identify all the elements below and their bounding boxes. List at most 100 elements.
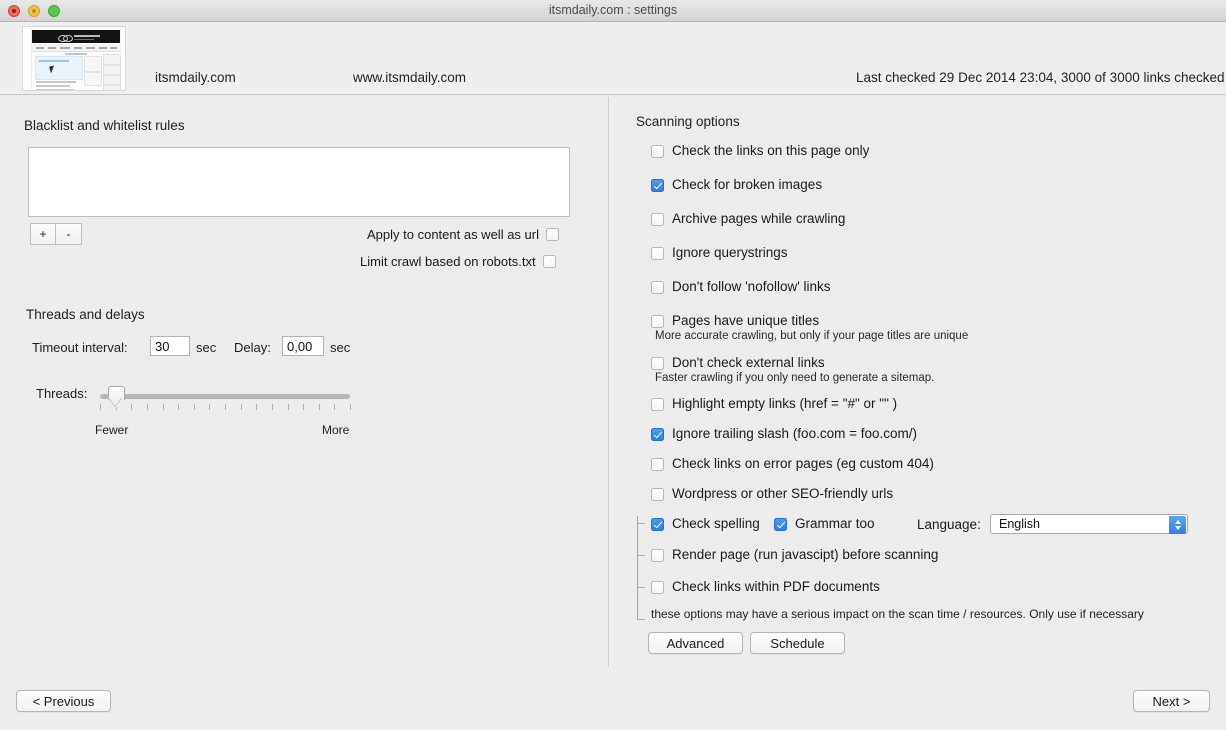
timeout-unit-label: sec [196,340,217,355]
threads-label: Threads: [36,386,88,401]
threads-max-caption: More [322,423,350,437]
scanning-option-label: Pages have unique titles [672,313,820,328]
scanning-option-row[interactable]: Wordpress or other SEO-friendly urls [651,486,893,501]
scanning-option-row[interactable]: Don't follow 'nofollow' links [651,279,831,294]
schedule-button[interactable]: Schedule [750,632,845,654]
scanning-option-checkbox[interactable] [651,145,664,158]
add-rule-button[interactable]: + [30,223,56,245]
thumbnail-logo-text [74,35,100,37]
scanning-option-label: Ignore querystrings [672,245,788,260]
thumbnail-hero-line [39,60,69,62]
scanning-option-label: Don't follow 'nofollow' links [672,279,831,294]
scanning-option-checkbox[interactable] [651,398,664,411]
language-label: Language: [917,517,981,532]
timeout-interval-input[interactable] [150,336,190,356]
scanning-option-checkbox[interactable] [651,247,664,260]
last-checked-status: Last checked 29 Dec 2014 23:04, 3000 of … [856,70,1225,85]
panel-divider [608,97,609,667]
check-spelling-row[interactable]: Check spelling [651,516,760,531]
scanning-option-label: Highlight empty links (href = "#" or "" … [672,396,898,411]
grammar-too-checkbox[interactable] [774,518,787,531]
threads-section-title: Threads and delays [26,307,145,322]
scanning-option-note: More accurate crawling, but only if your… [655,330,969,342]
limit-crawl-robots-label: Limit crawl based on robots.txt [360,254,536,269]
site-url: www.itsmdaily.com [353,70,467,85]
thumbnail-topbar [32,30,120,43]
scanning-option-checkbox[interactable] [651,179,664,192]
language-stepper-icon[interactable] [1169,516,1186,534]
thumbnail-hero [35,56,83,80]
chevron-down-icon [1174,526,1181,530]
scanning-option-row[interactable]: Archive pages while crawling [651,211,845,226]
check-pdf-links-label: Check links within PDF documents [672,579,880,594]
site-domain: itsmdaily.com [155,70,236,85]
limit-crawl-robots-row[interactable]: Limit crawl based on robots.txt [360,254,556,269]
scanning-option-row[interactable]: Ignore querystrings [651,245,788,260]
scanning-option-checkbox[interactable] [651,488,664,501]
site-thumbnail[interactable] [22,26,126,91]
scanning-option-checkbox[interactable] [651,428,664,441]
threads-min-caption: Fewer [95,423,129,437]
scanning-option-checkbox[interactable] [651,281,664,294]
render-page-label: Render page (run javascipt) before scann… [672,547,939,562]
previous-button[interactable]: < Previous [16,690,111,712]
check-pdf-links-row[interactable]: Check links within PDF documents [651,579,880,594]
scanning-option-label: Wordpress or other SEO-friendly urls [672,486,894,501]
render-page-row[interactable]: Render page (run javascipt) before scann… [651,547,938,562]
apply-to-content-label: Apply to content as well as url [367,227,539,242]
remove-rule-button[interactable]: - [56,223,82,245]
scanning-option-row[interactable]: Pages have unique titles [651,313,819,328]
language-select[interactable]: English [990,514,1188,534]
threads-slider-handle-point [108,397,122,406]
scanning-option-row[interactable]: Check for broken images [651,177,822,192]
delay-label: Delay: [234,340,271,355]
window-titlebar: itsmdaily.com : settings [0,0,1226,22]
apply-to-content-row[interactable]: Apply to content as well as url [367,227,559,242]
scanning-option-row[interactable]: Check the links on this page only [651,143,869,158]
advanced-button[interactable]: Advanced [648,632,743,654]
threads-slider-ticks [100,404,351,411]
grammar-too-label: Grammar too [795,516,875,531]
scanning-option-label: Check for broken images [672,177,823,192]
blacklist-add-remove-controls: + - [30,223,82,245]
delay-unit-label: sec [330,340,351,355]
scanning-option-row[interactable]: Ignore trailing slash (foo.com = foo.com… [651,426,917,441]
scanning-option-row[interactable]: Check links on error pages (eg custom 40… [651,456,934,471]
scanning-option-note: Faster crawling if you only need to gene… [655,372,935,384]
limit-crawl-robots-checkbox[interactable] [542,255,556,268]
thumbnail-page [31,28,121,90]
next-button[interactable]: Next > [1133,690,1210,712]
scanning-option-checkbox[interactable] [651,357,664,370]
check-pdf-links-checkbox[interactable] [651,581,664,594]
timeout-interval-label: Timeout interval: [32,340,128,355]
thumbnail-logo-icon-2 [63,35,73,42]
check-spelling-checkbox[interactable] [651,518,664,531]
scanning-options-title: Scanning options [636,114,740,129]
threads-slider-track[interactable] [100,394,350,399]
grammar-too-row[interactable]: Grammar too [774,516,875,531]
scanning-option-label: Don't check external links [672,355,825,370]
scanning-option-checkbox[interactable] [651,315,664,328]
scanning-option-row[interactable]: Highlight empty links (href = "#" or "" … [651,396,897,411]
apply-to-content-checkbox[interactable] [545,228,559,241]
blacklist-section-title: Blacklist and whitelist rules [24,118,185,133]
scanning-option-checkbox[interactable] [651,213,664,226]
scanning-option-label: Check links on error pages (eg custom 40… [672,456,934,471]
scanning-option-label: Archive pages while crawling [672,211,846,226]
thumbnail-logo-subtext [74,39,94,40]
thumbnail-nav [32,44,120,52]
scanning-option-label: Check the links on this page only [672,143,870,158]
scanning-option-checkbox[interactable] [651,458,664,471]
scanning-option-label: Ignore trailing slash (foo.com = foo.com… [672,426,917,441]
thumbnail-cursor-icon [49,65,56,74]
chevron-up-icon [1174,520,1181,524]
heavy-options-bracket [637,516,646,620]
window-title: itsmdaily.com : settings [548,3,678,17]
render-page-checkbox[interactable] [651,549,664,562]
site-header: itsmdaily.com www.itsmdaily.com Last che… [0,22,1226,95]
delay-input[interactable] [282,336,324,356]
language-select-value: English [999,517,1040,531]
blacklist-rules-list[interactable] [28,147,570,217]
scanning-option-row[interactable]: Don't check external links [651,355,825,370]
check-spelling-label: Check spelling [672,516,760,531]
